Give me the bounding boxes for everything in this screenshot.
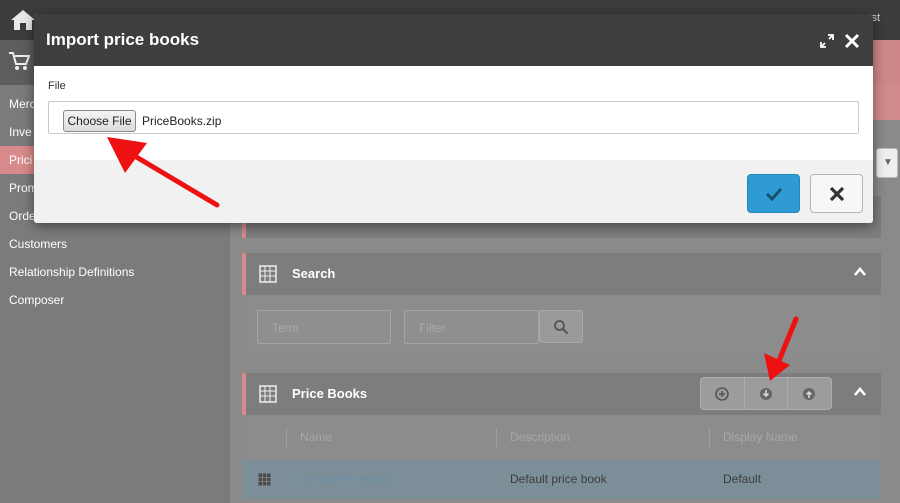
grid-icon — [258, 473, 271, 486]
file-input[interactable]: Choose File PriceBooks.zip — [48, 101, 859, 134]
sidebar-item-label: Composer — [9, 293, 65, 307]
close-icon[interactable] — [843, 32, 861, 50]
search-filter-input[interactable]: Filter — [404, 310, 539, 344]
price-book-description: Default price book — [510, 472, 607, 486]
add-icon — [715, 387, 729, 401]
grid-icon — [259, 385, 277, 403]
column-divider — [709, 428, 710, 448]
view-select[interactable]: ▼ — [876, 148, 898, 178]
column-header-display-name[interactable]: Display Name — [723, 415, 798, 460]
cancel-icon — [829, 186, 845, 202]
expand-icon[interactable] — [820, 34, 834, 48]
chevron-up-icon[interactable] — [853, 265, 867, 279]
confirm-import-button[interactable] — [747, 174, 800, 213]
file-field-label: File — [48, 80, 66, 92]
selected-file-name: PriceBooks.zip — [142, 114, 222, 128]
import-price-books-dialog: Import price books File Choose File Pric… — [34, 14, 873, 223]
sidebar-item-label: Inve — [9, 125, 32, 139]
sidebar-item-label: Customers — [9, 237, 68, 251]
choose-file-button[interactable]: Choose File — [63, 110, 136, 132]
sidebar-item-composer[interactable]: Composer — [0, 286, 230, 314]
cancel-import-button[interactable] — [810, 174, 863, 213]
check-icon — [765, 187, 783, 201]
column-divider — [496, 428, 497, 448]
price-books-panel-title: Price Books — [292, 386, 368, 401]
column-header-name[interactable]: Name — [300, 415, 332, 460]
dialog-title: Import price books — [46, 30, 200, 49]
export-price-books-button[interactable] — [788, 378, 831, 409]
export-icon — [803, 388, 816, 400]
add-price-book-button[interactable] — [701, 378, 745, 409]
column-header-description[interactable]: Description — [510, 415, 570, 460]
chevron-up-icon[interactable] — [853, 385, 867, 399]
price-books-toolbar — [700, 377, 832, 410]
search-button[interactable] — [539, 310, 583, 343]
search-icon — [554, 320, 569, 335]
sidebar-item-relationship-definitions[interactable]: Relationship Definitions — [0, 258, 230, 286]
import-icon — [759, 388, 772, 400]
sidebar-item-label: Orde — [9, 209, 36, 223]
home-icon[interactable] — [10, 8, 36, 32]
column-divider — [286, 428, 287, 448]
search-panel-header[interactable]: Search — [242, 253, 881, 295]
grid-icon — [259, 265, 277, 283]
sidebar-item-label: Merc — [9, 97, 36, 111]
import-price-books-button[interactable] — [745, 378, 789, 409]
dialog-header: Import price books — [34, 14, 873, 66]
price-book-display-name: Default — [723, 472, 762, 486]
sidebar-item-label: Relationship Definitions — [9, 265, 135, 279]
search-panel-title: Search — [292, 266, 336, 281]
price-book-name-link[interactable]: DefaultPriceBook — [300, 460, 393, 499]
search-term-input[interactable]: Term — [257, 310, 391, 344]
chevron-down-icon: ▼ — [883, 157, 893, 168]
dialog-footer — [34, 160, 873, 223]
cart-icon[interactable] — [8, 50, 30, 72]
sidebar-item-label: Prici — [9, 153, 33, 167]
sidebar-item-customers[interactable]: Customers — [0, 230, 230, 258]
